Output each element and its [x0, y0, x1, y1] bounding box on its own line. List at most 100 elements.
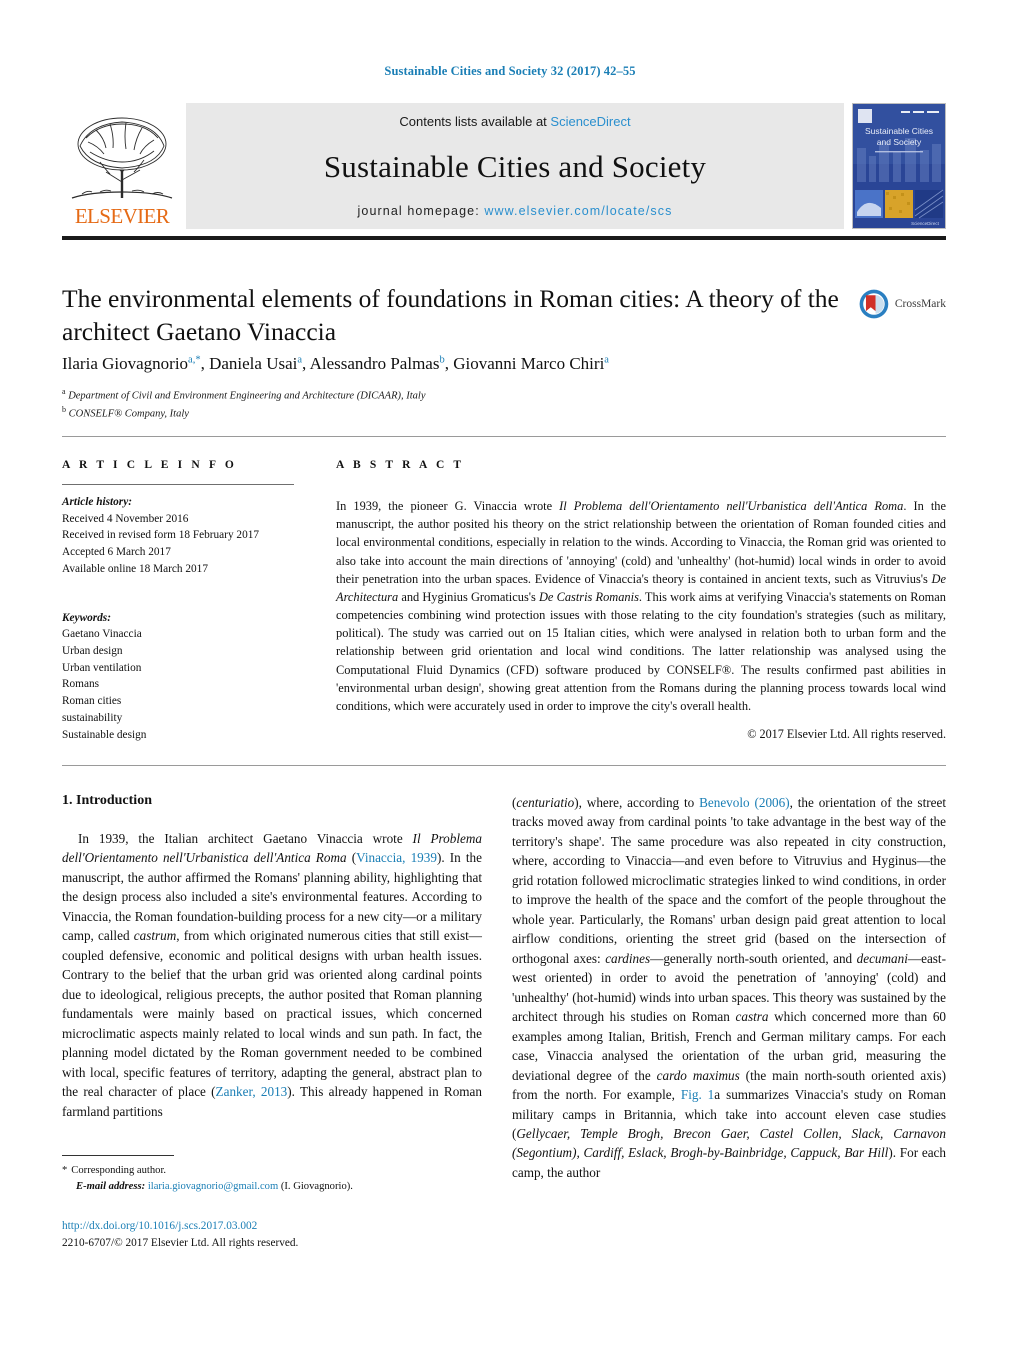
contents-lists-line: Contents lists available at ScienceDirec…	[399, 114, 630, 129]
keywords-label: Keywords:	[62, 611, 111, 624]
citation-link[interactable]: Zanker, 2013	[216, 1084, 288, 1099]
author-name: Alessandro Palmas	[309, 354, 440, 373]
journal-title: Sustainable Cities and Society	[323, 148, 707, 184]
email-label: E-mail address:	[76, 1180, 146, 1192]
article-info-heading: A R T I C L E I N F O	[62, 459, 237, 471]
author-affiliation-mark: a	[297, 354, 303, 366]
text-run: castrum	[133, 928, 177, 944]
abstract-divider	[62, 765, 946, 766]
keyword-items: Gaetano Vinaccia Urban design Urban ventil…	[62, 626, 312, 743]
svg-text:and Society: and Society	[877, 137, 922, 147]
intro-paragraph-right: (centuriatio), where, according to Benev…	[512, 793, 946, 1182]
author-list: Ilaria Giovagnorioa,*, Daniela Usaia, Al…	[62, 354, 609, 373]
footnote-block: * Corresponding author. E-mail address: i…	[62, 1163, 482, 1195]
email-link[interactable]: ilaria.giovagnorio@gmail.com	[148, 1181, 278, 1192]
text-run: . This work aims at verifying Vinaccia's…	[336, 589, 946, 713]
text-run: cardo maximus	[656, 1067, 740, 1083]
keyword-item: Urban ventilation	[62, 661, 142, 674]
sciencedirect-link[interactable]: ScienceDirect	[550, 114, 630, 129]
abstract-block: A B S T R A C T In 1939, the pioneer G. …	[336, 459, 946, 742]
corresponding-author-line: * Corresponding author.	[62, 1163, 482, 1179]
text-run: Il Problema dell'Orientamento nell'Urban…	[559, 499, 904, 513]
crossmark-icon	[859, 289, 889, 319]
corresponding-author-text: Corresponding author.	[71, 1165, 167, 1176]
citation-link[interactable]: Vinaccia, 1939	[356, 850, 437, 865]
text-run: , from which originated numerous cities …	[62, 928, 482, 1100]
journal-banner: Contents lists available at ScienceDirec…	[186, 103, 844, 229]
author-affiliation-mark: a	[604, 354, 609, 366]
elsevier-wordmark: ELSEVIER	[74, 204, 170, 228]
text-run: centuriatio	[516, 795, 575, 810]
cover-art: Sustainable Cities and Society ScienceDi…	[853, 104, 945, 228]
abstract-text: In 1939, the pioneer G. Vinaccia wrote I…	[336, 497, 946, 715]
affiliation-list: a Department of Civil and Environment En…	[62, 386, 762, 423]
text-run: De Castris Romanis	[538, 589, 639, 604]
author-name: Daniela Usai	[209, 354, 298, 373]
footnote-divider	[62, 1155, 174, 1156]
title-block: The environmental elements of foundation…	[62, 283, 852, 348]
masthead-divider	[62, 236, 946, 240]
article-history-item: Available online 18 March 2017	[62, 562, 208, 575]
doi-link[interactable]: http://dx.doi.org/10.1016/j.scs.2017.03.…	[62, 1218, 482, 1235]
homepage-link[interactable]: www.elsevier.com/locate/scs	[484, 204, 672, 218]
article-history: Article history: Received 4 November 201…	[62, 494, 312, 578]
text-run: In 1939, the Italian architect Gaetano V…	[78, 831, 413, 846]
citation-link[interactable]: Fig. 1	[681, 1087, 714, 1102]
keyword-item: Sustainable design	[62, 728, 147, 741]
copyright-line: © 2017 Elsevier Ltd. All rights reserved…	[747, 727, 946, 742]
elsevier-tree-icon	[71, 117, 173, 199]
article-history-item: Received in revised form 18 February 201…	[62, 529, 260, 542]
text-run: decumani	[856, 950, 908, 966]
email-line: E-mail address: ilaria.giovagnorio@gmail…	[62, 1179, 482, 1195]
text-run: (	[346, 850, 357, 866]
keywords-block: Keywords: Gaetano Vinaccia Urban design Ur…	[62, 610, 312, 744]
journal-masthead: ELSEVIER Contents lists available at Sci…	[62, 103, 946, 229]
article-history-label: Article history:	[62, 496, 132, 508]
text-run: —generally north-south oriented, and	[650, 950, 857, 966]
citation-link[interactable]: Benevolo (2006)	[699, 795, 790, 810]
article-history-item: Accepted 6 March 2017	[62, 546, 171, 559]
title-divider	[62, 436, 946, 437]
intro-paragraph-left: In 1939, the Italian architect Gaetano V…	[62, 829, 482, 1121]
author-affiliation-mark: b	[439, 354, 445, 366]
keyword-item: Gaetano Vinaccia	[62, 628, 142, 641]
svg-text:Sustainable Cities: Sustainable Cities	[865, 126, 933, 136]
crossmark-badge[interactable]: CrossMark	[858, 281, 946, 327]
article-history-item: Received 4 November 2016	[62, 512, 189, 525]
keyword-item: Roman cities	[62, 695, 122, 708]
page-title: The environmental elements of foundation…	[62, 284, 839, 346]
text-run: castra	[735, 1009, 769, 1025]
paper-page: Sustainable Cities and Society 32 (2017)…	[0, 0, 1020, 1351]
issn-copyright-line: 2210-6707/© 2017 Elsevier Ltd. All right…	[62, 1236, 299, 1249]
email-attribution: (I. Giovagnorio).	[280, 1180, 353, 1192]
text-run: and Hyginius Gromaticus's	[398, 589, 539, 604]
corresponding-author-mark: *	[62, 1165, 68, 1176]
affiliation-item: b CONSELF® Company, Italy	[62, 405, 189, 420]
text-run: cardines	[605, 950, 651, 966]
article-info-block: A R T I C L E I N F O Article history: R…	[62, 459, 312, 743]
abstract-heading: A B S T R A C T	[336, 459, 465, 471]
body-column-left: 1. Introduction In 1939, the Italian arc…	[62, 793, 482, 1121]
contents-lists-text: Contents lists available at	[399, 114, 551, 129]
svg-text:ScienceDirect: ScienceDirect	[911, 221, 940, 226]
homepage-label: journal homepage:	[357, 204, 485, 218]
author-name: Giovanni Marco Chiri	[453, 354, 605, 373]
author-affiliation-mark: a,*	[188, 354, 201, 366]
article-info-rule	[62, 484, 294, 485]
affiliation-item: a Department of Civil and Environment En…	[62, 387, 426, 402]
text-run: Gellycaer, Temple Brogh, Brecon Gaer, Ca…	[512, 1125, 946, 1161]
keyword-item: Urban design	[62, 645, 123, 658]
body-column-right: (centuriatio), where, according to Benev…	[512, 793, 946, 1182]
elsevier-logo: ELSEVIER	[62, 103, 182, 229]
journal-homepage-line: journal homepage: www.elsevier.com/locat…	[358, 204, 673, 218]
footer-block: http://dx.doi.org/10.1016/j.scs.2017.03.…	[62, 1218, 482, 1252]
text-run: , the orientation of the street tracks m…	[512, 795, 946, 966]
article-history-items: Received 4 November 2016 Received in revi…	[62, 511, 312, 578]
section-heading-introduction: 1. Introduction	[62, 793, 152, 808]
keyword-item: Romans	[62, 678, 100, 691]
author-name: Ilaria Giovagnorio	[62, 354, 189, 373]
text-run: ), where, according to	[574, 795, 700, 810]
text-run: In 1939, the pioneer G. Vinaccia wrote	[336, 499, 560, 513]
journal-cover-thumbnail: Sustainable Cities and Society ScienceDi…	[852, 103, 946, 229]
running-head: Sustainable Cities and Society 32 (2017)…	[384, 64, 636, 78]
